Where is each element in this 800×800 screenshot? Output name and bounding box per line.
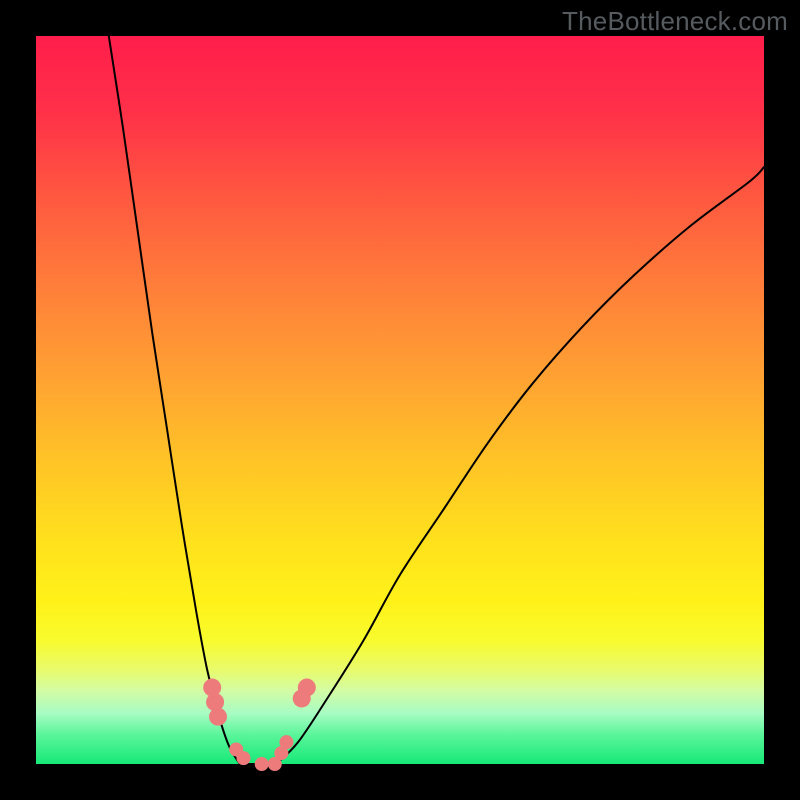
- chart-frame: TheBottleneck.com: [0, 0, 800, 800]
- curve-marker: [236, 751, 250, 765]
- curve-marker: [298, 679, 316, 697]
- watermark-text: TheBottleneck.com: [562, 6, 788, 37]
- bottleneck-curve: [109, 36, 764, 766]
- curve-marker: [279, 735, 293, 749]
- chart-svg: [36, 36, 764, 764]
- plot-area: [36, 36, 764, 764]
- curve-marker: [255, 757, 269, 771]
- curve-markers: [203, 679, 316, 771]
- curve-marker: [209, 708, 227, 726]
